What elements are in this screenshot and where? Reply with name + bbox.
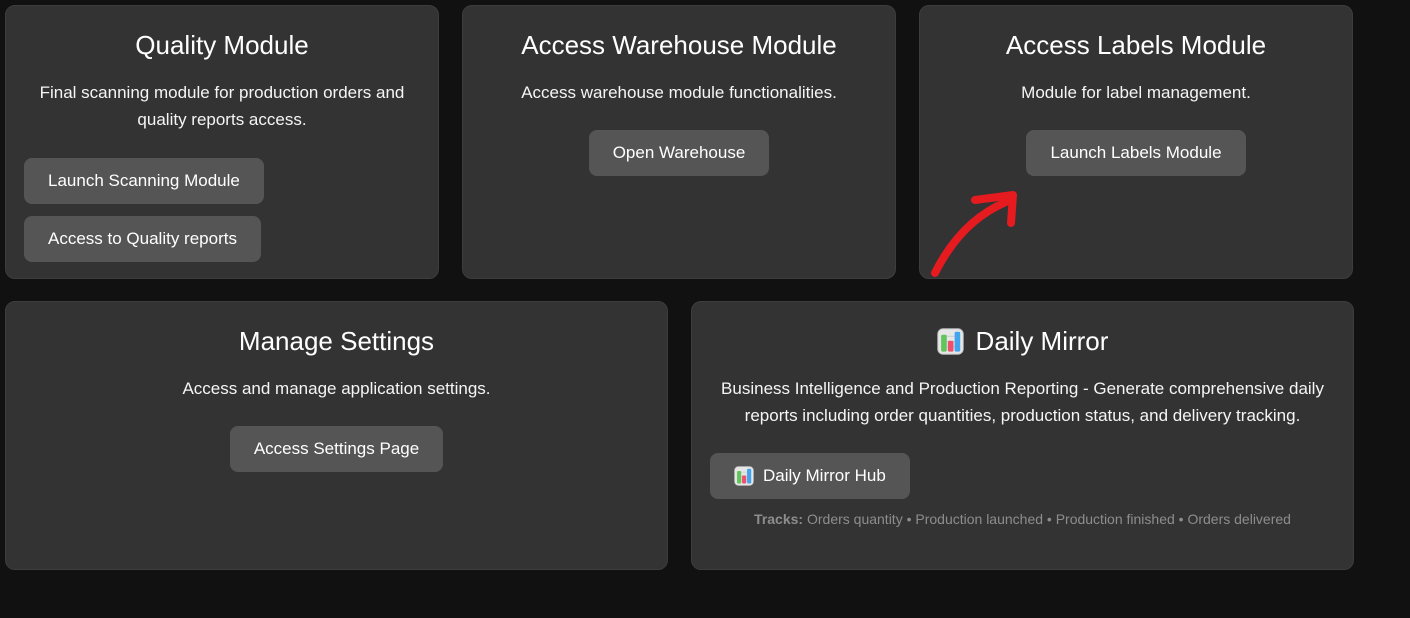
daily-mirror-hub-button-label: Daily Mirror Hub: [763, 465, 886, 487]
modules-dashboard: Quality Module Final scanning module for…: [5, 5, 1354, 570]
bar-chart-icon: [734, 466, 754, 486]
modules-row-top: Quality Module Final scanning module for…: [5, 5, 1354, 279]
daily-mirror-description: Business Intelligence and Production Rep…: [717, 375, 1329, 429]
quality-module-buttons: Launch Scanning Module Access to Quality…: [24, 158, 420, 262]
warehouse-module-title: Access Warehouse Module: [481, 30, 877, 60]
quality-module-title: Quality Module: [24, 30, 420, 60]
daily-mirror-hub-button[interactable]: Daily Mirror Hub: [710, 453, 910, 499]
open-warehouse-button[interactable]: Open Warehouse: [589, 130, 770, 176]
card-quality-module: Quality Module Final scanning module for…: [5, 5, 439, 279]
warehouse-module-description: Access warehouse module functionalities.: [481, 79, 877, 106]
daily-mirror-tracks: Tracks: Orders quantity • Production lau…: [710, 511, 1335, 527]
quality-module-description: Final scanning module for production ord…: [24, 79, 420, 133]
modules-row-bottom: Manage Settings Access and manage applic…: [5, 301, 1354, 570]
card-manage-settings: Manage Settings Access and manage applic…: [5, 301, 668, 570]
manage-settings-description: Access and manage application settings.: [24, 375, 649, 402]
manage-settings-title: Manage Settings: [24, 326, 649, 356]
labels-module-title: Access Labels Module: [938, 30, 1334, 60]
card-warehouse-module: Access Warehouse Module Access warehouse…: [462, 5, 896, 279]
access-settings-page-button[interactable]: Access Settings Page: [230, 426, 443, 472]
labels-module-description: Module for label management.: [938, 79, 1334, 106]
launch-labels-module-button[interactable]: Launch Labels Module: [1026, 130, 1245, 176]
card-daily-mirror: Daily Mirror Business Intelligence and P…: [691, 301, 1354, 570]
tracks-label: Tracks:: [754, 511, 803, 527]
card-labels-module: Access Labels Module Module for label ma…: [919, 5, 1353, 279]
daily-mirror-title: Daily Mirror: [976, 326, 1109, 356]
access-quality-reports-button[interactable]: Access to Quality reports: [24, 216, 261, 262]
launch-scanning-module-button[interactable]: Launch Scanning Module: [24, 158, 264, 204]
bar-chart-icon: [937, 328, 964, 355]
tracks-items: Orders quantity • Production launched • …: [807, 511, 1291, 527]
